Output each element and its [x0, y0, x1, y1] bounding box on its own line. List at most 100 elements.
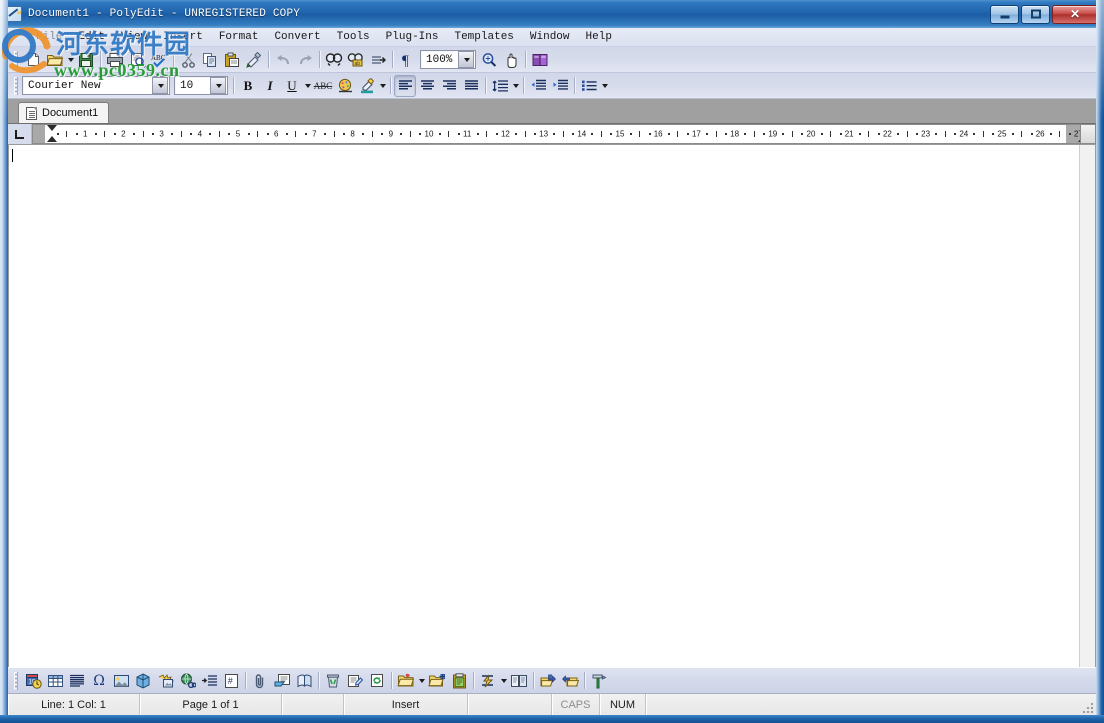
insert-envelope-icon[interactable]: [271, 670, 293, 692]
insert-bookmark-icon[interactable]: [293, 670, 315, 692]
title-bar[interactable]: Document1 - PolyEdit - UNREGISTERED COPY…: [0, 0, 1104, 28]
insert-page-break-icon[interactable]: [198, 670, 220, 692]
horizontal-ruler[interactable]: 1 2 3 4 5 6 7 8 9 10 11 12 13 14 15 16 17 18 19 20 21 22 23 24 2…: [32, 124, 1080, 144]
undo-icon[interactable]: [272, 49, 294, 71]
redo-icon[interactable]: [294, 49, 316, 71]
insert-picture-icon[interactable]: [110, 670, 132, 692]
bold-button[interactable]: B: [237, 75, 259, 97]
align-right-icon[interactable]: [438, 75, 460, 97]
font-size-value: 10: [180, 79, 194, 92]
close-button[interactable]: ✕: [1052, 4, 1098, 24]
menu-plugins[interactable]: Plug-Ins: [378, 30, 447, 44]
font-size-combo[interactable]: 10: [174, 76, 228, 95]
open-document-icon[interactable]: [44, 49, 66, 71]
formatting-toolbar-grip[interactable]: [14, 76, 18, 95]
align-center-icon[interactable]: [416, 75, 438, 97]
bullets-icon[interactable]: [578, 75, 600, 97]
document-vertical-scrollbar[interactable]: [1079, 145, 1095, 667]
show-formatting-marks-icon[interactable]: ¶: [396, 49, 418, 71]
first-line-indent-marker[interactable]: [47, 125, 57, 131]
insert-object-icon[interactable]: [132, 670, 154, 692]
menu-view[interactable]: View: [113, 30, 155, 44]
menu-format[interactable]: Format: [211, 30, 267, 44]
highlight-dropdown-icon[interactable]: [378, 75, 387, 97]
line-spacing-icon[interactable]: [489, 75, 511, 97]
spell-check-icon[interactable]: ABC: [148, 49, 170, 71]
menu-templates[interactable]: Templates: [446, 30, 521, 44]
refresh-document-icon[interactable]: [366, 670, 388, 692]
menu-tools[interactable]: Tools: [329, 30, 378, 44]
zoom-dropdown-icon[interactable]: [458, 51, 474, 68]
align-left-icon[interactable]: [394, 74, 416, 97]
toolbar-grip[interactable]: [14, 50, 18, 69]
resize-grip-icon[interactable]: [1081, 701, 1093, 713]
font-size-dropdown-icon[interactable]: [210, 77, 226, 94]
increase-indent-icon[interactable]: [549, 75, 571, 97]
menu-convert[interactable]: Convert: [266, 30, 328, 44]
macro-icon[interactable]: [477, 670, 499, 692]
document-properties-icon[interactable]: [344, 670, 366, 692]
paste-icon[interactable]: [221, 49, 243, 71]
document-page[interactable]: [9, 145, 1079, 667]
cut-icon[interactable]: [177, 49, 199, 71]
open-recent-icon[interactable]: [395, 670, 417, 692]
copy-icon[interactable]: [199, 49, 221, 71]
print-preview-icon[interactable]: [126, 49, 148, 71]
macro-dropdown-icon[interactable]: [499, 670, 508, 692]
bullets-dropdown-icon[interactable]: [600, 75, 609, 97]
zoom-combo[interactable]: 100%: [420, 50, 476, 69]
find-icon[interactable]: [323, 49, 345, 71]
save-icon[interactable]: [75, 49, 97, 71]
new-document-icon[interactable]: [22, 49, 44, 71]
menu-file[interactable]: File: [28, 30, 70, 44]
font-name-dropdown-icon[interactable]: [152, 77, 168, 94]
replace-icon[interactable]: ab: [345, 49, 367, 71]
decrease-indent-icon[interactable]: [527, 75, 549, 97]
tab-stop-selector[interactable]: [8, 124, 32, 144]
strikethrough-button[interactable]: ABC: [312, 75, 334, 97]
go-to-icon[interactable]: [367, 49, 389, 71]
insert-date-time-icon[interactable]: 18: [22, 670, 44, 692]
left-indent-marker[interactable]: [47, 136, 57, 142]
document-area[interactable]: [8, 145, 1096, 667]
dictionary-icon[interactable]: [529, 49, 551, 71]
italic-button[interactable]: I: [259, 75, 281, 97]
font-name-combo[interactable]: Courier New: [22, 76, 170, 95]
underline-button[interactable]: U: [281, 75, 303, 97]
insert-file-attachment-icon[interactable]: [249, 670, 271, 692]
underline-dropdown-icon[interactable]: [303, 75, 312, 97]
status-insert-mode[interactable]: Insert: [344, 694, 468, 715]
insert-clipart-icon[interactable]: [154, 670, 176, 692]
insert-page-number-icon[interactable]: #: [220, 670, 242, 692]
minimize-button[interactable]: [990, 4, 1019, 24]
tab-document1[interactable]: Document1: [18, 102, 110, 123]
menu-insert[interactable]: Insert: [155, 30, 211, 44]
align-justify-icon[interactable]: [460, 75, 482, 97]
insert-table-icon[interactable]: [44, 670, 66, 692]
insert-toolbar-grip[interactable]: [14, 671, 18, 690]
open-recent-dropdown-icon[interactable]: [417, 670, 426, 692]
highlight-color-icon[interactable]: [356, 75, 378, 97]
line-spacing-dropdown-icon[interactable]: [511, 75, 520, 97]
recycle-bin-icon[interactable]: [322, 670, 344, 692]
insert-text-block-icon[interactable]: [66, 670, 88, 692]
save-copy-icon[interactable]: [426, 670, 448, 692]
menu-window[interactable]: Window: [522, 30, 578, 44]
format-painter-icon[interactable]: [243, 49, 265, 71]
maximize-button[interactable]: [1021, 4, 1050, 24]
open-dropdown-icon[interactable]: [66, 49, 75, 71]
zoom-tool-icon[interactable]: [478, 49, 500, 71]
clipboard-icon[interactable]: [448, 670, 470, 692]
font-color-icon[interactable]: [334, 75, 356, 97]
menu-help[interactable]: Help: [578, 30, 620, 44]
hand-tool-icon[interactable]: [500, 49, 522, 71]
right-indent-marker[interactable]: [1078, 136, 1080, 142]
print-icon[interactable]: [104, 49, 126, 71]
insert-symbol-icon[interactable]: Ω: [88, 670, 110, 692]
import-icon[interactable]: [537, 670, 559, 692]
export-icon[interactable]: [559, 670, 581, 692]
tools-hammer-icon[interactable]: [588, 670, 610, 692]
insert-hyperlink-icon[interactable]: [176, 670, 198, 692]
reference-book-icon[interactable]: [508, 670, 530, 692]
menu-edit[interactable]: Edit: [70, 30, 112, 44]
